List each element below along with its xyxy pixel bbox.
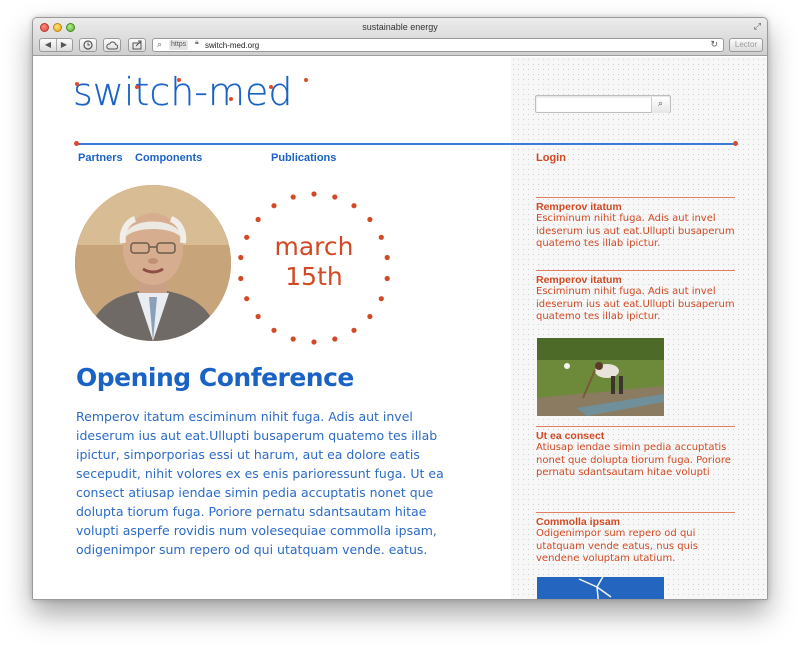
login-link[interactable]: Login <box>536 152 566 164</box>
ring-dot <box>367 313 373 320</box>
clock-icon <box>83 40 93 50</box>
ring-dot <box>311 339 317 345</box>
url-text: switch-med.org <box>205 41 260 50</box>
protocol-badge: https <box>169 40 189 50</box>
sidebar-news-item[interactable]: Remperov itatum Esciminum nihit fuga. Ad… <box>536 197 735 251</box>
ring-dot <box>271 203 277 209</box>
ring-dot <box>351 203 357 209</box>
reader-button[interactable]: Lector <box>729 38 763 52</box>
magnifier-icon: ⌕ <box>657 99 664 109</box>
event-date: march 15th <box>231 232 397 292</box>
lock-icon: 🔒︎ <box>195 39 199 46</box>
ring-dot <box>332 336 338 342</box>
news-item-text: Atiusap iendae simin pedia accuptatis no… <box>536 442 731 478</box>
logo-dot <box>135 85 139 89</box>
site-search-button[interactable]: ⌕ <box>651 97 669 113</box>
wind-turbine-illustration <box>537 577 664 599</box>
divider-dot <box>74 141 79 146</box>
logo-text: switch-med <box>73 70 293 114</box>
fullscreen-icon[interactable]: ⤢ <box>754 22 761 32</box>
ring-dot <box>378 296 384 302</box>
sidebar-news-item[interactable]: Ut ea consect Atiusap iendae simin pedia… <box>536 426 735 480</box>
reload-icon[interactable]: ↻ <box>710 39 718 50</box>
logo-dot <box>75 82 79 86</box>
news-item-title[interactable]: Commolla ipsam <box>536 516 735 528</box>
article-body: Remperov itatum esciminum nihit fuga. Ad… <box>76 409 444 557</box>
address-bar[interactable]: ⌕ https 🔒︎ switch-med.org ↻ <box>152 38 724 52</box>
history-button[interactable] <box>79 38 97 52</box>
news-item-text: Odigenimpor sum repero od qui utatquam v… <box>536 528 698 564</box>
event-date-day: 15th <box>285 262 343 291</box>
nav-components[interactable]: Components <box>135 152 202 164</box>
news-item-title[interactable]: Remperov itatum <box>536 201 735 213</box>
news-item-text: Esciminum nihit fuga. Adis aut invel ide… <box>536 286 735 322</box>
ring-dot <box>244 296 250 302</box>
logo-dot <box>229 97 233 101</box>
ring-dot <box>332 194 338 200</box>
nav-publications[interactable]: Publications <box>271 152 336 164</box>
page-title: Opening Conference <box>76 363 354 392</box>
divider-dot <box>733 141 738 146</box>
news-item-title[interactable]: Remperov itatum <box>536 274 735 286</box>
speaker-illustration <box>75 185 231 341</box>
news-item-text: Esciminum nihit fuga. Adis aut invel ide… <box>536 213 735 249</box>
speaker-photo <box>75 185 231 341</box>
back-arrow-icon[interactable]: ◀ <box>41 39 56 51</box>
logo-dot <box>269 85 273 89</box>
ring-dot <box>367 216 373 223</box>
browser-window: sustainable energy ⤢ ◀ ▶ ⌕ https 🔒︎ switc… <box>32 17 768 600</box>
ring-dot <box>290 336 296 342</box>
sidebar-news-item[interactable]: Commolla ipsam Odigenimpor sum repero od… <box>536 512 735 566</box>
ring-dot <box>311 191 317 197</box>
forward-arrow-icon[interactable]: ▶ <box>57 39 72 51</box>
field-worker-illustration <box>537 338 664 416</box>
ring-dot <box>255 313 261 320</box>
logo-dot <box>304 78 308 82</box>
window-title: sustainable energy <box>362 22 438 32</box>
cloud-icon <box>106 41 119 50</box>
header-divider <box>74 141 738 146</box>
ring-dot <box>290 194 296 200</box>
search-icon: ⌕ <box>157 39 163 49</box>
site-logo[interactable]: switch-med <box>73 70 308 114</box>
wind-turbine-photo[interactable] <box>537 577 664 599</box>
back-forward-group: ◀ ▶ <box>39 38 73 52</box>
browser-toolbar: sustainable energy ⤢ ◀ ▶ ⌕ https 🔒︎ switc… <box>33 18 767 56</box>
share-icon <box>132 40 141 50</box>
event-date-month: march <box>274 232 354 261</box>
ring-dot <box>351 327 357 333</box>
news-item-title[interactable]: Ut ea consect <box>536 430 735 442</box>
ring-dot <box>271 327 277 333</box>
field-worker-photo[interactable] <box>537 338 664 416</box>
sidebar-news-item[interactable]: Remperov itatum Esciminum nihit fuga. Ad… <box>536 270 735 324</box>
logo-dot <box>177 78 181 82</box>
ring-dot <box>255 216 261 223</box>
icloud-tabs-button[interactable] <box>103 38 121 52</box>
share-button[interactable] <box>128 38 146 52</box>
nav-partners[interactable]: Partners <box>78 152 123 164</box>
web-page: switch-med ⌕ Partners Components Publica… <box>33 57 767 599</box>
